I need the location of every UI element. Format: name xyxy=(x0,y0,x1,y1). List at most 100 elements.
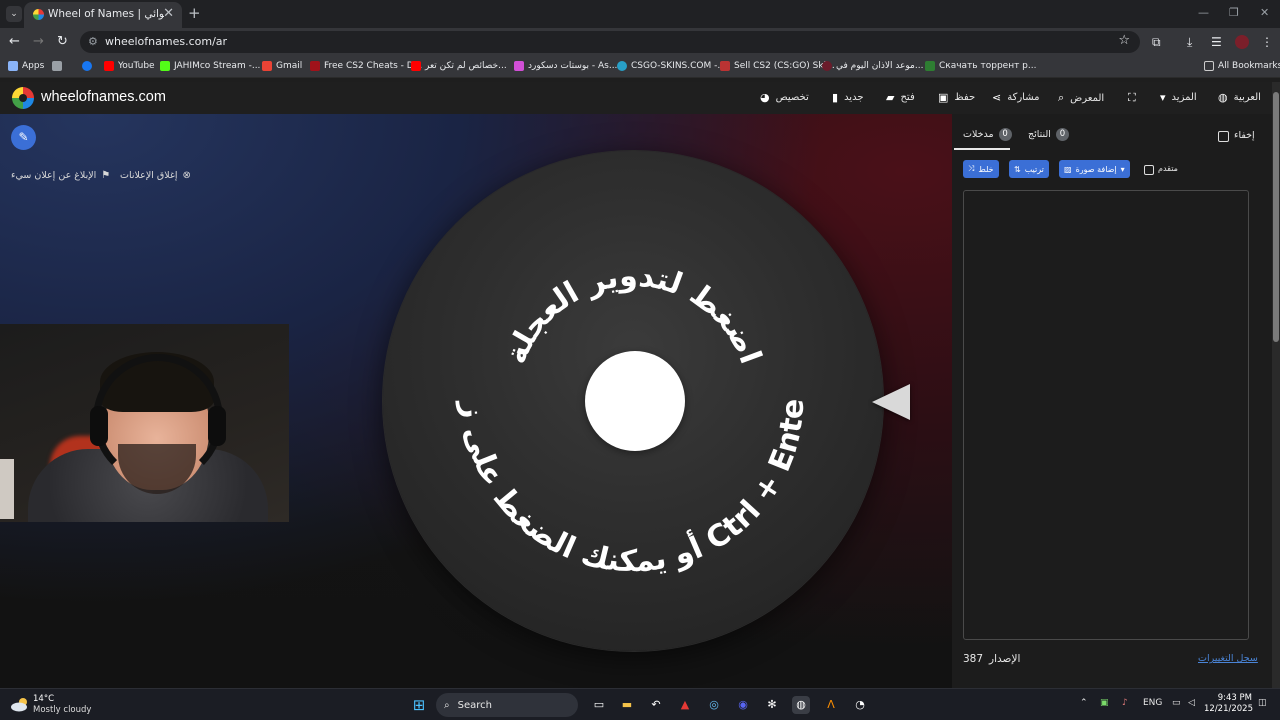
customize-button[interactable]: ◕ تخصيص xyxy=(760,91,809,104)
bookmark-sell-cs2[interactable]: Sell CS2 (CS:GO) Ski... xyxy=(720,61,835,71)
chevron-down-icon: ▾ xyxy=(1160,91,1166,104)
cloud-weather-icon[interactable] xyxy=(10,696,30,712)
extensions-icon[interactable]: ⧉ xyxy=(1152,35,1161,50)
share-button[interactable]: ⋖ مشاركة xyxy=(992,91,1040,104)
discord-icon[interactable]: ◉ xyxy=(734,696,752,714)
app-icon[interactable]: ↶ xyxy=(647,696,665,714)
new-button[interactable]: ▮ جديد xyxy=(832,91,864,104)
flag-icon: ⚑ xyxy=(101,170,111,181)
shuffle-button[interactable]: ⤨ خلط xyxy=(963,160,999,178)
shuffle-icon: ⤨ xyxy=(968,164,975,173)
minimize-icon[interactable]: — xyxy=(1198,6,1209,19)
more-menu[interactable]: ▾ المزيد xyxy=(1160,91,1197,104)
app-a-icon[interactable]: Λ xyxy=(822,696,840,714)
network-icon[interactable]: ▭ xyxy=(1172,698,1181,708)
site-info-icon[interactable]: ⚙ xyxy=(88,35,98,48)
bookmarks-bar: Apps YouTube JAHIMco Stream -... Gmail F… xyxy=(0,56,1280,78)
window-close-icon[interactable]: ✕ xyxy=(1260,6,1269,19)
bookmark-prayer-times[interactable]: موعد الاذان اليوم في... xyxy=(822,61,923,71)
volume-icon[interactable]: ◁ xyxy=(1188,698,1195,708)
bookmark-discord-posts[interactable]: بوستات دسكورد - As... xyxy=(514,61,617,71)
site-favicon-icon xyxy=(617,61,627,71)
bookmark-torrent[interactable]: Скачать торрент р... xyxy=(925,61,1036,71)
windows-taskbar: 14°C Mostly cloudy ⊞ ⌕ Search ▭ ▬ ↶ ▲ ◎ ◉… xyxy=(0,688,1280,720)
download-icon[interactable]: ⤓ xyxy=(1187,35,1192,50)
task-view-icon[interactable]: ▭ xyxy=(590,696,608,714)
profile-avatar[interactable] xyxy=(1235,35,1249,49)
taskbar-clock[interactable]: 9:43 PM 12/21/2025 xyxy=(1204,693,1253,715)
youtube-icon xyxy=(104,61,114,71)
close-ads-link[interactable]: إغلاق الإعلانات ⊗ xyxy=(120,170,191,181)
bookmark-cs2-cheats[interactable]: Free CS2 Cheats - D... xyxy=(310,61,422,71)
forward-arrow-icon[interactable]: → xyxy=(33,34,44,49)
app-triangle-icon[interactable]: ▲ xyxy=(676,696,694,714)
bookmark-gmail[interactable]: Gmail xyxy=(262,61,302,71)
address-bar[interactable]: ⚙ wheelofnames.com/ar ☆ xyxy=(80,31,1140,53)
active-tab-indicator xyxy=(954,148,1010,150)
report-ad-link[interactable]: الإبلاغ عن إعلان سيء ⚑ xyxy=(11,170,110,181)
sort-icon: ⇅ xyxy=(1014,164,1021,174)
tab-entries[interactable]: مدخلات 0 xyxy=(963,128,1012,141)
hide-checkbox[interactable] xyxy=(1218,131,1229,142)
bookmark-apps[interactable]: Apps xyxy=(8,61,44,71)
advanced-checkbox[interactable] xyxy=(1144,165,1154,175)
changelog-link[interactable]: سجل التغييرات xyxy=(1198,653,1258,664)
site-brand[interactable]: wheelofnames.com xyxy=(41,89,166,105)
url-text: wheelofnames.com/ar xyxy=(105,35,228,48)
obs-icon[interactable]: ◔ xyxy=(851,696,869,714)
weather-temperature[interactable]: 14°C xyxy=(33,694,54,704)
bookmark-facebook[interactable] xyxy=(82,61,92,71)
bookmark-kick[interactable]: JAHIMco Stream -... xyxy=(160,61,260,71)
tab-title: Wheel of Names | اسم العشوائي xyxy=(48,8,164,20)
entries-textarea[interactable] xyxy=(963,190,1249,640)
bookmark-youtube[interactable]: YouTube xyxy=(104,61,155,71)
bookmark-star-icon[interactable]: ☆ xyxy=(1118,33,1130,48)
tab-close-icon[interactable]: ✕ xyxy=(163,6,174,21)
notification-icon[interactable]: ◫ xyxy=(1258,698,1267,708)
language-menu[interactable]: ◍ العربية xyxy=(1218,91,1261,104)
new-tab-button[interactable]: + xyxy=(188,4,201,22)
youtube-icon xyxy=(411,61,421,71)
apps-grid-icon xyxy=(8,61,18,71)
edit-pencil-icon[interactable]: ✎ xyxy=(11,125,36,150)
entries-panel: مدخلات 0 النتائج 0 إخفاء ⤨ خلط ⇅ ترتيب ▨ إضاف… xyxy=(952,114,1272,688)
grid-icon xyxy=(52,61,62,71)
scrollbar-thumb[interactable] xyxy=(1273,92,1279,342)
all-bookmarks[interactable]: All Bookmarks xyxy=(1204,61,1280,71)
tray-expand-icon[interactable]: ⌃ xyxy=(1080,698,1088,708)
reading-list-icon[interactable]: ☰ xyxy=(1211,35,1222,49)
back-arrow-icon[interactable]: ← xyxy=(9,34,20,49)
fullscreen-button[interactable]: ⛶ xyxy=(1128,91,1136,105)
bookmark-youtube-video[interactable]: خصائص لم تكن تعر... xyxy=(411,61,507,71)
app-gear-icon[interactable]: ✻ xyxy=(763,696,781,714)
wheel-center-hub[interactable] xyxy=(585,351,685,451)
save-button[interactable]: ▣ حفظ xyxy=(938,91,975,104)
microphone-icon[interactable]: ♪ xyxy=(1122,698,1128,708)
bookmark-csgo-skins[interactable]: CSGO-SKINS.COM -... xyxy=(617,61,726,71)
steam-icon[interactable]: ◎ xyxy=(705,696,723,714)
reload-icon[interactable]: ↻ xyxy=(57,34,68,49)
weather-description[interactable]: Mostly cloudy xyxy=(33,705,91,715)
sort-button[interactable]: ⇅ ترتيب xyxy=(1009,160,1049,178)
maximize-icon[interactable]: ❐ xyxy=(1229,6,1239,19)
windows-start-icon[interactable]: ⊞ xyxy=(410,696,428,714)
bookmark-grid[interactable] xyxy=(52,61,62,71)
taskbar-search[interactable]: ⌕ Search xyxy=(436,693,578,717)
facebook-icon xyxy=(82,61,92,71)
results-count-badge: 0 xyxy=(1055,128,1069,141)
chrome-menu-icon[interactable]: ⋮ xyxy=(1261,35,1273,49)
input-language[interactable]: ENG xyxy=(1143,698,1162,708)
wheel-logo-icon[interactable] xyxy=(12,87,34,109)
version-number: 387 xyxy=(963,653,984,665)
browser-tab[interactable]: Wheel of Names | اسم العشوائي ✕ xyxy=(24,2,182,28)
tab-search-button[interactable]: ⌄ xyxy=(6,6,22,22)
site-favicon-icon xyxy=(310,61,320,71)
tab-results[interactable]: النتائج 0 xyxy=(1028,128,1069,141)
open-button[interactable]: ▰ فتح xyxy=(886,91,915,104)
file-explorer-icon[interactable]: ▬ xyxy=(618,696,636,714)
gallery-button[interactable]: ⌕ المعرض xyxy=(1058,91,1104,105)
site-favicon-icon xyxy=(925,61,935,71)
chrome-icon[interactable]: ◍ xyxy=(792,696,810,714)
tray-app-icon[interactable]: ▣ xyxy=(1100,698,1109,708)
add-image-button[interactable]: ▨ إضافة صورة ▾ xyxy=(1059,160,1130,178)
